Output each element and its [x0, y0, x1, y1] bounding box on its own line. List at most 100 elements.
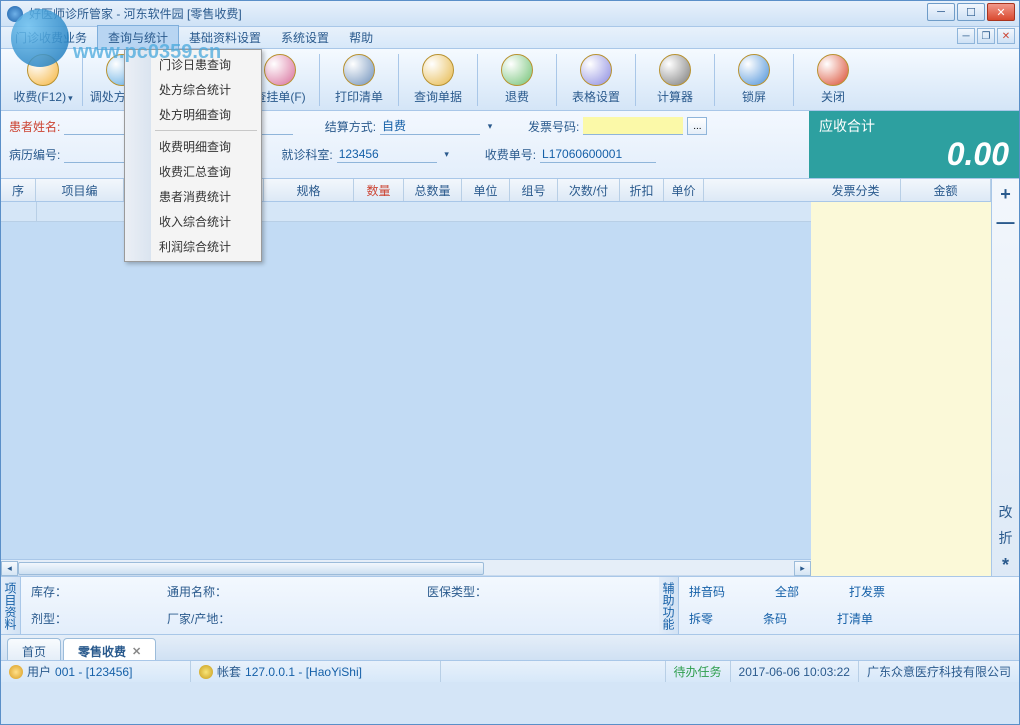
toolbar-表格设置[interactable]: 表格设置 — [558, 51, 634, 109]
col-header[interactable]: 单位 — [462, 179, 510, 201]
dd-outpatient-daily[interactable]: 门诊日患查询 — [127, 52, 259, 77]
col-header[interactable]: 组号 — [510, 179, 558, 201]
tab-retail-charge[interactable]: 零售收费✕ — [63, 638, 156, 660]
dd-income-stats[interactable]: 收入综合统计 — [127, 209, 259, 234]
invoice-input[interactable] — [583, 117, 683, 135]
status-bar: 用户 001 - [123456] 帐套 127.0.0.1 - [HaoYiS… — [1, 660, 1019, 682]
toolbar-icon — [422, 54, 454, 86]
dept-combo-arrow[interactable]: ▾ — [441, 149, 453, 160]
dd-fee-detail[interactable]: 收费明细查询 — [127, 134, 259, 159]
toolbar-label: 退费 — [505, 88, 529, 105]
sb-user-value[interactable]: 001 - [123456] — [55, 665, 132, 679]
menu-basedata[interactable]: 基础资料设置 — [179, 26, 271, 49]
menu-billing[interactable]: 门诊收费业务 — [5, 26, 97, 49]
tab-home[interactable]: 首页 — [7, 638, 61, 660]
discount-button[interactable]: 折 — [999, 528, 1013, 548]
toolbar-icon — [738, 54, 770, 86]
toolbar-icon — [264, 54, 296, 86]
total-value: 0.00 — [819, 136, 1009, 173]
child-minimize-button[interactable]: ─ — [957, 28, 975, 44]
toolbar-查询单据[interactable]: 查询单据 — [400, 51, 476, 109]
sb-time: 2017-06-06 10:03:22 — [739, 665, 850, 679]
app-icon — [7, 6, 23, 22]
total-box: 应收合计 0.00 — [809, 111, 1019, 178]
patient-name-label: 患者姓名: — [9, 118, 60, 135]
star-button[interactable]: * — [995, 554, 1017, 576]
chevron-down-icon[interactable]: ▾ — [68, 93, 73, 103]
dd-fee-summary[interactable]: 收费汇总查询 — [127, 159, 259, 184]
aux-function-label: 辅助功能 — [659, 577, 679, 634]
scroll-right-button[interactable]: ▸ — [794, 561, 811, 576]
horizontal-scrollbar[interactable]: ◂ ▸ — [1, 559, 811, 576]
link-split[interactable]: 拆零 — [689, 610, 713, 627]
sb-company: 广东众意医疗科技有限公司 — [867, 663, 1011, 680]
minimize-button[interactable]: ─ — [927, 3, 955, 21]
title-bar: 好医师诊所管家 - 河东软件园 [零售收费] ─ ☐ ✕ — [1, 1, 1019, 27]
tab-close-icon[interactable]: ✕ — [132, 645, 141, 658]
dosage-label: 剂型： — [31, 610, 67, 627]
sb-pending[interactable]: 待办任务 — [674, 663, 722, 680]
dd-patient-spend[interactable]: 患者消费统计 — [127, 184, 259, 209]
menu-system[interactable]: 系统设置 — [271, 26, 339, 49]
toolbar-icon — [501, 54, 533, 86]
toolbar-label: 关闭 — [821, 88, 845, 105]
toolbar-收费(F12)[interactable]: 收费(F12)▾ — [5, 51, 81, 109]
toolbar-label: 表格设置 — [572, 88, 620, 105]
col-header[interactable]: 折扣 — [620, 179, 664, 201]
remove-row-button[interactable]: — — [995, 211, 1017, 233]
settle-label: 结算方式: — [325, 118, 376, 135]
dd-profit-stats[interactable]: 利润综合统计 — [127, 234, 259, 259]
col-header[interactable]: 序 — [1, 179, 36, 201]
toolbar-退费[interactable]: 退费 — [479, 51, 555, 109]
link-print-list[interactable]: 打清单 — [837, 610, 873, 627]
scrollbar-thumb[interactable] — [18, 562, 484, 575]
toolbar-icon — [580, 54, 612, 86]
col-header[interactable]: 总数量 — [404, 179, 462, 201]
settle-input[interactable] — [380, 117, 480, 135]
toolbar-锁屏[interactable]: 锁屏 — [716, 51, 792, 109]
right-grid-body[interactable] — [811, 202, 991, 576]
col-header[interactable]: 规格 — [264, 179, 354, 201]
settle-combo-arrow[interactable]: ▾ — [484, 121, 496, 132]
total-label: 应收合计 — [819, 116, 1009, 136]
close-button[interactable]: ✕ — [987, 3, 1015, 21]
charge-no-input[interactable] — [540, 145, 656, 163]
link-print-invoice[interactable]: 打发票 — [849, 583, 885, 600]
dept-input[interactable] — [337, 145, 437, 163]
window-title: 好医师诊所管家 - 河东软件园 [零售收费] — [29, 5, 242, 22]
sb-db-label: 帐套 — [217, 663, 241, 680]
col-header[interactable]: 单价 — [664, 179, 704, 201]
record-no-label: 病历编号: — [9, 146, 60, 163]
link-all[interactable]: 全部 — [775, 583, 799, 600]
toolbar-icon — [817, 54, 849, 86]
side-buttons: + — 改 折 * — [991, 179, 1019, 576]
menu-help[interactable]: 帮助 — [339, 26, 383, 49]
menu-query-stats[interactable]: 查询与统计 — [97, 25, 179, 50]
grid-row[interactable] — [1, 202, 811, 222]
bottom-info: 项目资料 库存： 通用名称： 医保类型： 剂型： 厂家/产地： 辅助功能 拼音码… — [1, 576, 1019, 634]
col-header[interactable]: 数量 — [354, 179, 404, 201]
dd-prescription-summary[interactable]: 处方综合统计 — [127, 77, 259, 102]
grid-header: 序项目编 规格数量总数量单位组号次数/付折扣单价 — [1, 179, 811, 202]
toolbar-label: 查询单据 — [414, 88, 462, 105]
grid-body[interactable] — [1, 202, 811, 559]
dd-prescription-detail[interactable]: 处方明细查询 — [127, 102, 259, 127]
col-header[interactable]: 项目编 — [36, 179, 124, 201]
sb-db-value[interactable]: 127.0.0.1 - [HaoYiShi] — [245, 665, 362, 679]
toolbar-关闭[interactable]: 关闭 — [795, 51, 871, 109]
col-header[interactable]: 次数/付 — [558, 179, 620, 201]
child-close-button[interactable]: ✕ — [997, 28, 1015, 44]
toolbar-打印清单[interactable]: 打印清单 — [321, 51, 397, 109]
add-row-button[interactable]: + — [995, 183, 1017, 205]
modify-button[interactable]: 改 — [999, 502, 1013, 522]
link-pinyin[interactable]: 拼音码 — [689, 583, 725, 600]
child-restore-button[interactable]: ❐ — [977, 28, 995, 44]
project-info-label: 项目资料 — [1, 577, 21, 634]
maximize-button[interactable]: ☐ — [957, 3, 985, 21]
toolbar-计算器[interactable]: 计算器 — [637, 51, 713, 109]
invoice-lookup-button[interactable]: ... — [687, 117, 707, 135]
scroll-left-button[interactable]: ◂ — [1, 561, 18, 576]
charge-no-label: 收费单号: — [485, 146, 536, 163]
link-barcode[interactable]: 条码 — [763, 610, 787, 627]
col-invoice-type: 发票分类 — [811, 179, 901, 201]
